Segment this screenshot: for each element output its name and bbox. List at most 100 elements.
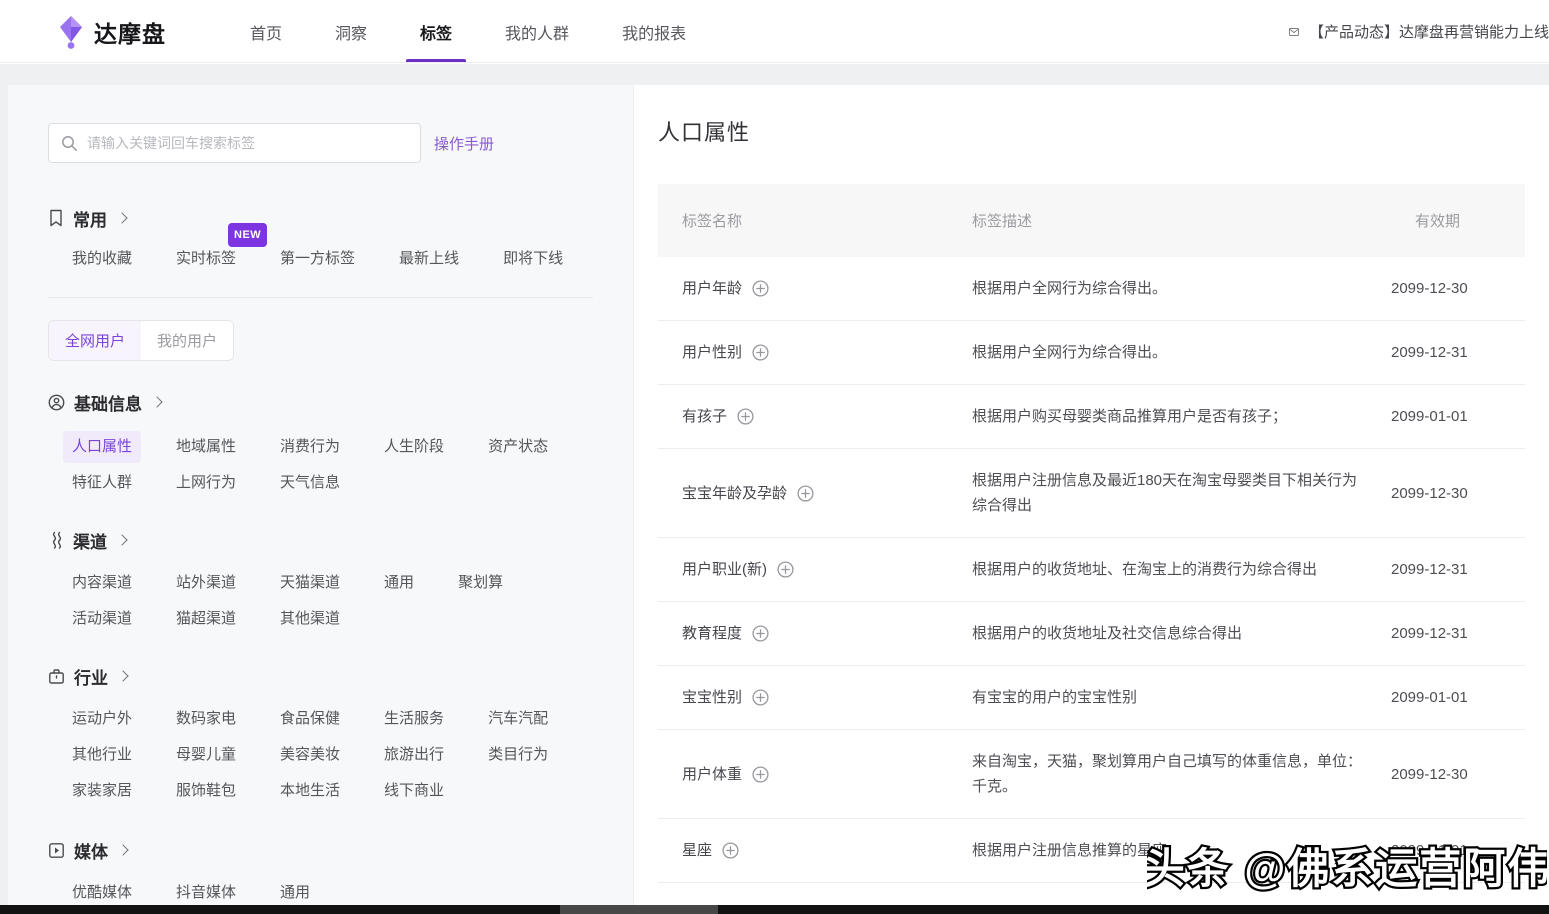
- tag-desc: 根据用户全网行为综合得出。: [948, 276, 1391, 301]
- sidebar-item-going-offline[interactable]: 即将下线: [503, 249, 563, 269]
- table-row: 用户职业(新) 根据用户的收货地址、在淘宝上的消费行为综合得出 2099-12-…: [658, 538, 1525, 602]
- search-row: 操作手册: [48, 123, 601, 163]
- tag-desc: 根据用户注册信息及最近180天在淘宝母婴类目下相关行为综合得出: [948, 468, 1391, 518]
- nav-my-reports[interactable]: 我的报表: [622, 0, 686, 63]
- sidebar-item-food-health[interactable]: 食品保健: [280, 709, 340, 729]
- nav-insight[interactable]: 洞察: [335, 0, 367, 63]
- section-title: 行业: [74, 664, 108, 689]
- sidebar-item-offsite-channel[interactable]: 站外渠道: [176, 573, 236, 593]
- add-tag-icon[interactable]: [752, 280, 769, 297]
- new-badge: NEW: [228, 223, 267, 247]
- sidebar-item-maochao-channel[interactable]: 猫超渠道: [176, 609, 236, 629]
- sidebar-item-asset-status[interactable]: 资产状态: [488, 437, 548, 457]
- manual-link[interactable]: 操作手册: [434, 133, 494, 154]
- sidebar-item-life-service[interactable]: 生活服务: [384, 709, 444, 729]
- table-row: 用户年龄 根据用户全网行为综合得出。 2099-12-30: [658, 257, 1525, 321]
- sidebar-item-weather-info[interactable]: 天气信息: [280, 473, 340, 493]
- sidebar-item-life-stage[interactable]: 人生阶段: [384, 437, 444, 457]
- tag-name[interactable]: 有孩子: [682, 404, 727, 429]
- announcement[interactable]: 【产品动态】达摩盘再营销能力上线: [1279, 0, 1549, 63]
- section-basic-info-header[interactable]: 基础信息: [48, 391, 601, 413]
- basic-info-items: 人口属性 地域属性 消费行为 人生阶段 资产状态 特征人群 上网行为 天气信息: [72, 437, 596, 493]
- section-media-header[interactable]: 媒体: [48, 839, 601, 861]
- sidebar-item-travel[interactable]: 旅游出行: [384, 745, 444, 765]
- tab-all-network-users[interactable]: 全网用户: [49, 321, 141, 360]
- add-tag-icon[interactable]: [722, 842, 739, 859]
- sidebar-item-home-decor[interactable]: 家装家居: [72, 781, 132, 801]
- add-tag-icon[interactable]: [797, 485, 814, 502]
- sidebar-item-activity-channel[interactable]: 活动渠道: [72, 609, 132, 629]
- add-tag-icon[interactable]: [752, 625, 769, 642]
- tag-name[interactable]: 用户职业(新): [682, 557, 767, 582]
- media-play-icon: [48, 842, 65, 859]
- tag-list-panel: 人口属性 标签名称 标签描述 有效期 用户年龄 根据用户全网行为综合得出。 20…: [633, 85, 1549, 914]
- tag-desc: 根据用户全网行为综合得出。: [948, 340, 1391, 365]
- nav-my-audience[interactable]: 我的人群: [505, 0, 569, 63]
- section-channel-header[interactable]: 渠道: [48, 529, 601, 551]
- chevron-right-icon: [116, 534, 127, 545]
- tag-expiry: 2099-12-30: [1391, 762, 1525, 787]
- sidebar-item-beauty-makeup[interactable]: 美容美妆: [280, 745, 340, 765]
- section-title: 基础信息: [74, 390, 142, 415]
- sidebar-item-sports-outdoor[interactable]: 运动户外: [72, 709, 132, 729]
- sidebar-item-online-behavior[interactable]: 上网行为: [176, 473, 236, 493]
- divider: [48, 297, 593, 298]
- brand[interactable]: 达摩盘: [58, 14, 166, 50]
- sidebar-item-other-industry[interactable]: 其他行业: [72, 745, 132, 765]
- table-row: 用户性别 根据用户全网行为综合得出。 2099-12-31: [658, 321, 1525, 385]
- horizontal-scrollbar[interactable]: [0, 905, 1549, 914]
- sidebar-item-tmall-channel[interactable]: 天猫渠道: [280, 573, 340, 593]
- table-row: 宝宝年龄及孕龄 根据用户注册信息及最近180天在淘宝母婴类目下相关行为综合得出 …: [658, 449, 1525, 538]
- channel-icon: [48, 531, 64, 549]
- sidebar-item-local-life[interactable]: 本地生活: [280, 781, 340, 801]
- add-tag-icon[interactable]: [777, 561, 794, 578]
- tag-desc: 来自淘宝，天猫，聚划算用户自己填写的体重信息，单位：千克。: [948, 749, 1391, 799]
- sidebar-item-newly-online[interactable]: 最新上线: [399, 249, 459, 269]
- tag-name[interactable]: 宝宝年龄及孕龄: [682, 481, 787, 506]
- tag-name[interactable]: 用户体重: [682, 762, 742, 787]
- sidebar-item-auto-parts[interactable]: 汽车汽配: [488, 709, 548, 729]
- sidebar-item-feature-crowd[interactable]: 特征人群: [72, 473, 132, 493]
- search-box[interactable]: [48, 123, 421, 163]
- tag-name[interactable]: 教育程度: [682, 621, 742, 646]
- tab-my-users[interactable]: 我的用户: [141, 321, 233, 360]
- add-tag-icon[interactable]: [752, 689, 769, 706]
- nav-tags[interactable]: 标签: [420, 0, 452, 63]
- search-input[interactable]: [87, 135, 408, 151]
- scrollbar-thumb[interactable]: [560, 905, 718, 914]
- sidebar-item-firstparty-tags[interactable]: 第一方标签: [280, 249, 355, 269]
- tag-desc: 根据用户的收货地址及社交信息综合得出: [948, 621, 1391, 646]
- sidebar-item-general-channel[interactable]: 通用: [384, 573, 414, 593]
- sidebar-item-youku-media[interactable]: 优酷媒体: [72, 883, 132, 903]
- add-tag-icon[interactable]: [752, 766, 769, 783]
- add-tag-icon[interactable]: [752, 344, 769, 361]
- briefcase-icon: [48, 668, 65, 685]
- sidebar-item-offline-business[interactable]: 线下商业: [384, 781, 444, 801]
- sidebar-item-apparel-shoes[interactable]: 服饰鞋包: [176, 781, 236, 801]
- common-items: 我的收藏 实时标签 NEW 第一方标签 最新上线 即将下线: [72, 249, 596, 269]
- tag-name[interactable]: 宝宝性别: [682, 685, 742, 710]
- section-common-header[interactable]: 常用: [48, 207, 601, 229]
- tag-name[interactable]: 用户性别: [682, 340, 742, 365]
- sidebar-item-realtime-tags[interactable]: 实时标签 NEW: [176, 249, 236, 269]
- tag-expiry: 2099-01-01: [1391, 685, 1525, 710]
- sidebar-item-digital-appliance[interactable]: 数码家电: [176, 709, 236, 729]
- sidebar-item-consume-behavior[interactable]: 消费行为: [280, 437, 340, 457]
- sidebar-item-favorites[interactable]: 我的收藏: [72, 249, 132, 269]
- sidebar-item-douyin-media[interactable]: 抖音媒体: [176, 883, 236, 903]
- nav-home[interactable]: 首页: [250, 0, 282, 63]
- tag-name[interactable]: 用户年龄: [682, 276, 742, 301]
- tag-table: 标签名称 标签描述 有效期 用户年龄 根据用户全网行为综合得出。 2099-12…: [658, 184, 1525, 914]
- sidebar-item-category-behavior[interactable]: 类目行为: [488, 745, 548, 765]
- tag-name[interactable]: 星座: [682, 838, 712, 863]
- sidebar-item-juhuasuan[interactable]: 聚划算: [458, 573, 503, 593]
- sidebar-item-region[interactable]: 地域属性: [176, 437, 236, 457]
- section-industry-header[interactable]: 行业: [48, 665, 601, 687]
- sidebar-item-general-media[interactable]: 通用: [280, 883, 310, 903]
- sidebar-item-demographics[interactable]: 人口属性: [63, 431, 141, 463]
- sidebar-item-mother-baby[interactable]: 母婴儿童: [176, 745, 236, 765]
- add-tag-icon[interactable]: [737, 408, 754, 425]
- sidebar-item-other-channel[interactable]: 其他渠道: [280, 609, 340, 629]
- tag-desc: 根据用户的收货地址、在淘宝上的消费行为综合得出: [948, 557, 1391, 582]
- sidebar-item-content-channel[interactable]: 内容渠道: [72, 573, 132, 593]
